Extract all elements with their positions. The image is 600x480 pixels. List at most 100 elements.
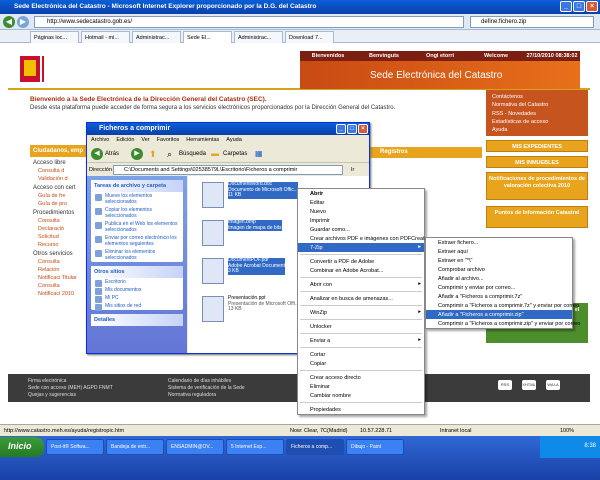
browser-tab[interactable]: Download 7... xyxy=(285,31,334,43)
my-properties-button[interactable]: MIS INMUEBLES xyxy=(486,156,588,168)
forward-icon[interactable]: ▶ xyxy=(131,148,143,160)
browser-tab[interactable]: Administrac... xyxy=(132,31,181,43)
language-link[interactable]: Welcome xyxy=(468,51,524,61)
menu-item[interactable]: Imprimir xyxy=(298,216,424,225)
my-files-button[interactable]: MIS EXPEDIENTES xyxy=(486,140,588,152)
file-task-link[interactable]: Copiar los elementos seleccionados xyxy=(91,206,183,220)
menu-item[interactable]: Editar xyxy=(298,198,424,207)
browser-tab[interactable]: Páginas loc... xyxy=(30,31,79,43)
notifications-button[interactable]: Notificaciones de procedimientos de valo… xyxy=(486,172,588,200)
menu-item[interactable]: Extraer aquí xyxy=(426,247,572,256)
go-button[interactable]: Ir xyxy=(351,167,354,173)
menu-item[interactable]: Comprimir a "Ficheros a comprimir.zip" y… xyxy=(426,319,580,328)
menu-item[interactable]: 7-Zip xyxy=(298,243,424,252)
forward-icon[interactable]: ▶ xyxy=(17,16,29,28)
right-link[interactable]: Normativa del Catastro xyxy=(492,101,588,109)
maximize-button[interactable]: □ xyxy=(347,124,357,134)
menu-item[interactable]: Comprimir y enviar por correo... xyxy=(426,283,572,292)
footer-link[interactable]: Firma electrónica xyxy=(28,378,113,385)
language-link[interactable]: Ongi etorri xyxy=(412,51,468,61)
menu-item[interactable]: Ayuda xyxy=(226,137,242,145)
menu-item[interactable]: Ver xyxy=(141,137,149,145)
menu-item[interactable]: WinZip xyxy=(298,308,424,317)
file-item[interactable]: Imagen.bmp Imagen de mapa de bits xyxy=(202,219,312,248)
menu-item[interactable]: Abrir xyxy=(298,189,424,198)
menu-item[interactable]: Copiar xyxy=(298,359,424,368)
footer-link[interactable]: Sistema de verificación de la Sede xyxy=(168,385,245,392)
maximize-button[interactable]: □ xyxy=(573,1,585,12)
file-task-link[interactable]: Mueve los elementos seleccionados xyxy=(91,192,183,206)
file-task-link[interactable]: Eliminar los elementos seleccionados xyxy=(91,248,183,262)
file-tasks-title[interactable]: Tareas de archivo y carpeta xyxy=(91,180,183,192)
close-button[interactable]: × xyxy=(586,1,598,12)
address-input[interactable]: http://www.sedecatastro.gob.es/ xyxy=(34,16,464,28)
back-label[interactable]: Atrás xyxy=(105,151,119,157)
taskbar-item[interactable]: ENSADMIN@OV... xyxy=(166,439,224,455)
taskbar-item[interactable]: Dibujo - Paint xyxy=(346,439,404,455)
place-link[interactable]: Escritorio xyxy=(91,278,183,287)
menu-item[interactable]: Convertir a PDF de Adobe xyxy=(298,257,424,266)
browser-tab[interactable]: Hotmail - mi... xyxy=(81,31,130,43)
badge-icon[interactable]: WAI-A xyxy=(546,380,560,390)
footer-link[interactable]: Calendario de días inhábiles xyxy=(168,378,245,385)
explorer-address-input[interactable]: C:\Documents and Settings\02538579L\Escr… xyxy=(113,165,343,175)
menu-item[interactable]: Comprimir a "Ficheros a comprimir.7z" y … xyxy=(426,301,579,310)
browser-tab[interactable]: Administrac... xyxy=(234,31,283,43)
minimize-button[interactable]: _ xyxy=(336,124,346,134)
menu-item[interactable]: Añadir a "Ficheros a comprimir.zip" xyxy=(426,310,572,319)
close-button[interactable]: × xyxy=(358,124,368,134)
search-icon[interactable]: ⌕ xyxy=(167,149,172,160)
menu-item[interactable]: Herramientas xyxy=(186,137,219,145)
menu-item[interactable]: Crear archivos PDF e imágenes con PDFCre… xyxy=(298,234,430,243)
menu-item[interactable]: Propiedades xyxy=(298,405,424,414)
start-button[interactable]: Inicio xyxy=(0,437,44,457)
menu-item[interactable]: Comprobar archivo xyxy=(426,265,572,274)
file-item[interactable]: DocumentPDF.pdf Adobe Acrobat Document 3 K… xyxy=(202,257,312,286)
footer-link[interactable]: Quejas y sugerencias xyxy=(28,392,113,399)
place-link[interactable]: Mi PC xyxy=(91,294,183,303)
menu-item[interactable]: Cortar xyxy=(298,350,424,359)
menu-item[interactable]: Cambiar nombre xyxy=(298,391,424,400)
taskbar-item[interactable]: Ficheros a comp... xyxy=(286,439,344,455)
search-input[interactable]: define:fichero.zip xyxy=(470,16,594,28)
folders-icon[interactable]: ▬ xyxy=(211,149,219,158)
folders-label[interactable]: Carpetas xyxy=(223,151,247,157)
menu-item[interactable]: Analizar en busca de amenazas... xyxy=(298,294,424,303)
menu-item[interactable]: Añadir al archivo... xyxy=(426,274,572,283)
taskbar-item[interactable]: Bandeja de entr... xyxy=(106,439,164,455)
menu-item[interactable]: Eliminar xyxy=(298,382,424,391)
menu-item[interactable]: Favoritos xyxy=(157,137,180,145)
menu-item[interactable]: Unlocker xyxy=(298,322,424,331)
menu-item[interactable]: Añadir a "Ficheros a comprimir.7z" xyxy=(426,292,572,301)
minimize-button[interactable]: _ xyxy=(560,1,572,12)
menu-item[interactable]: Edición xyxy=(116,137,134,145)
back-icon[interactable]: ◀ xyxy=(3,16,15,28)
menu-item[interactable]: Archivo xyxy=(91,137,109,145)
right-link[interactable]: RSS - Novedades xyxy=(492,110,588,118)
file-item[interactable]: Presentación.ppt Presentación de Microsof… xyxy=(202,295,312,324)
footer-link[interactable]: Sede con acceso (MEH) AGPD FNMT xyxy=(28,385,113,392)
language-link[interactable]: Bienvenidos xyxy=(300,51,356,61)
language-link[interactable]: Benvinguts xyxy=(356,51,412,61)
views-icon[interactable]: ▦ xyxy=(255,149,263,158)
browser-tab[interactable]: Sede El... xyxy=(183,31,232,43)
status-zoom[interactable]: 100% xyxy=(560,428,574,434)
badge-icon[interactable]: RSS xyxy=(498,380,512,390)
info-points-button[interactable]: Puntos de Información Catastral xyxy=(486,206,588,228)
menu-item[interactable]: Combinar en Adobe Acrobat... xyxy=(298,266,424,275)
back-icon[interactable]: ◀ xyxy=(91,148,103,160)
right-link[interactable]: Contáctenos xyxy=(492,93,588,101)
menu-item[interactable]: Abrir con xyxy=(298,280,424,289)
file-item[interactable]: DocumentWord.doc Documento de Microsoft O… xyxy=(202,181,312,210)
up-folder-icon[interactable]: ⬆ xyxy=(149,149,157,160)
right-link[interactable]: Estadísticas de acceso xyxy=(492,118,588,126)
menu-item[interactable]: Nuevo xyxy=(298,207,424,216)
taskbar-item[interactable]: Post-it® Softwa... xyxy=(46,439,104,455)
footer-link[interactable]: Normativa reguladora xyxy=(168,392,245,399)
menu-item[interactable]: Enviar a xyxy=(298,336,424,345)
badge-icon[interactable]: XHTML xyxy=(522,380,536,390)
taskbar-item[interactable]: 5 Internet Exp... xyxy=(226,439,284,455)
other-places-title[interactable]: Otros sitios xyxy=(91,266,183,278)
file-task-link[interactable]: Enviar por correo electrónico los elemen… xyxy=(91,234,183,248)
details-title[interactable]: Detalles xyxy=(91,314,183,326)
